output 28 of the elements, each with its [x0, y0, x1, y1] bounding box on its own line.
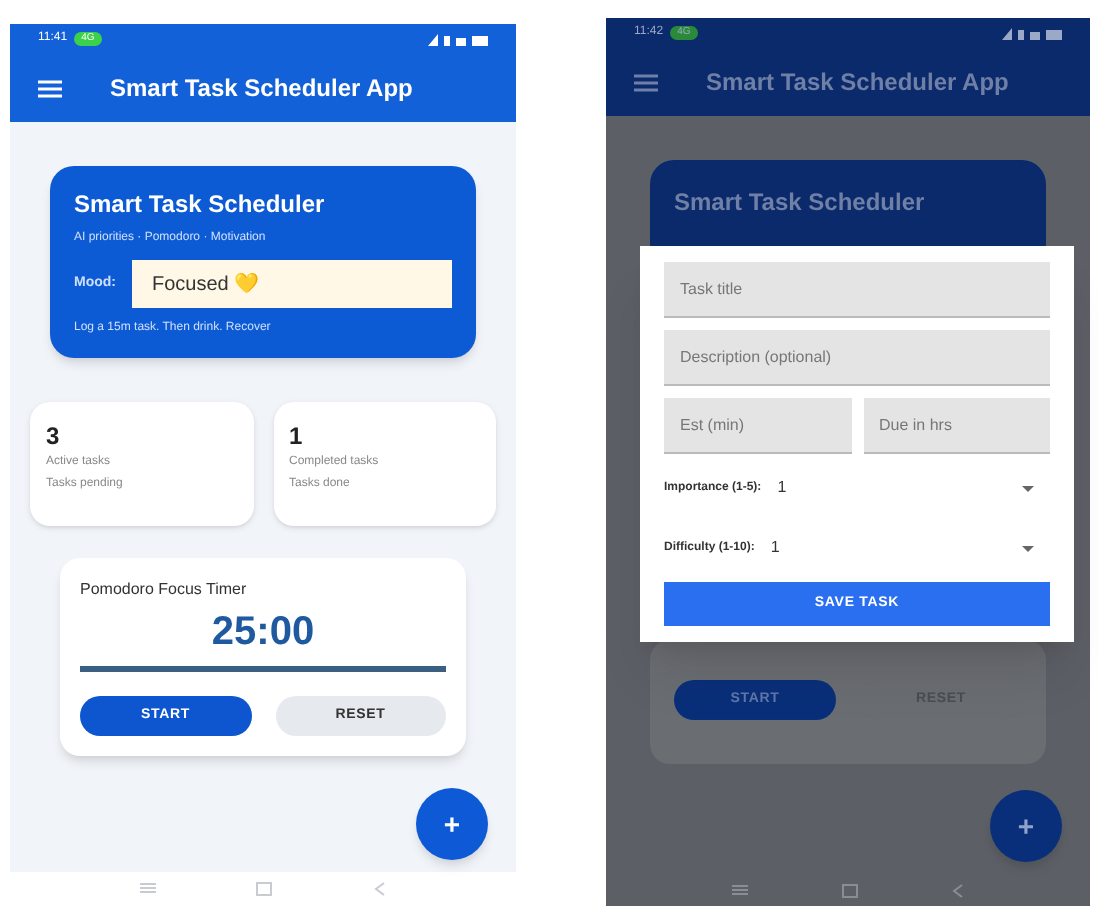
dropdown-value: 1 — [777, 476, 789, 500]
signal-icon — [428, 33, 488, 45]
app-title: Smart Task Scheduler App — [706, 66, 1009, 100]
stat-value: 1 — [289, 420, 305, 454]
timer-display: 25:00 — [209, 608, 317, 658]
input-field[interactable]: Task title — [664, 262, 1050, 318]
add-task-button[interactable]: + — [416, 788, 488, 860]
input-field[interactable]: Est (min) — [664, 398, 851, 454]
mood-field[interactable]: Focused 💛 — [132, 260, 452, 308]
back-icon[interactable] — [373, 881, 386, 895]
menu-icon[interactable] — [634, 73, 658, 91]
caret-icon — [1022, 485, 1034, 491]
recents-icon[interactable] — [732, 884, 749, 896]
header-title: Smart Task Scheduler — [674, 186, 927, 220]
header-title: Smart Task Scheduler — [74, 188, 327, 222]
back-icon[interactable] — [951, 883, 964, 897]
input-field[interactable]: Due in hrs — [863, 398, 1050, 454]
home-icon[interactable] — [841, 883, 858, 897]
signal-icon — [1002, 27, 1062, 39]
recents-icon[interactable] — [140, 882, 157, 894]
timer-title: Pomodoro Focus Timer — [80, 578, 249, 602]
app-title: Smart Task Scheduler App — [110, 72, 413, 106]
input-field[interactable]: Description (optional) — [664, 330, 1050, 386]
dropdown-value: 1 — [770, 536, 782, 560]
home-icon[interactable] — [256, 881, 273, 895]
stat-value: 3 — [46, 420, 62, 454]
add-task-button[interactable]: + — [990, 790, 1062, 862]
caret-icon — [1022, 545, 1034, 551]
